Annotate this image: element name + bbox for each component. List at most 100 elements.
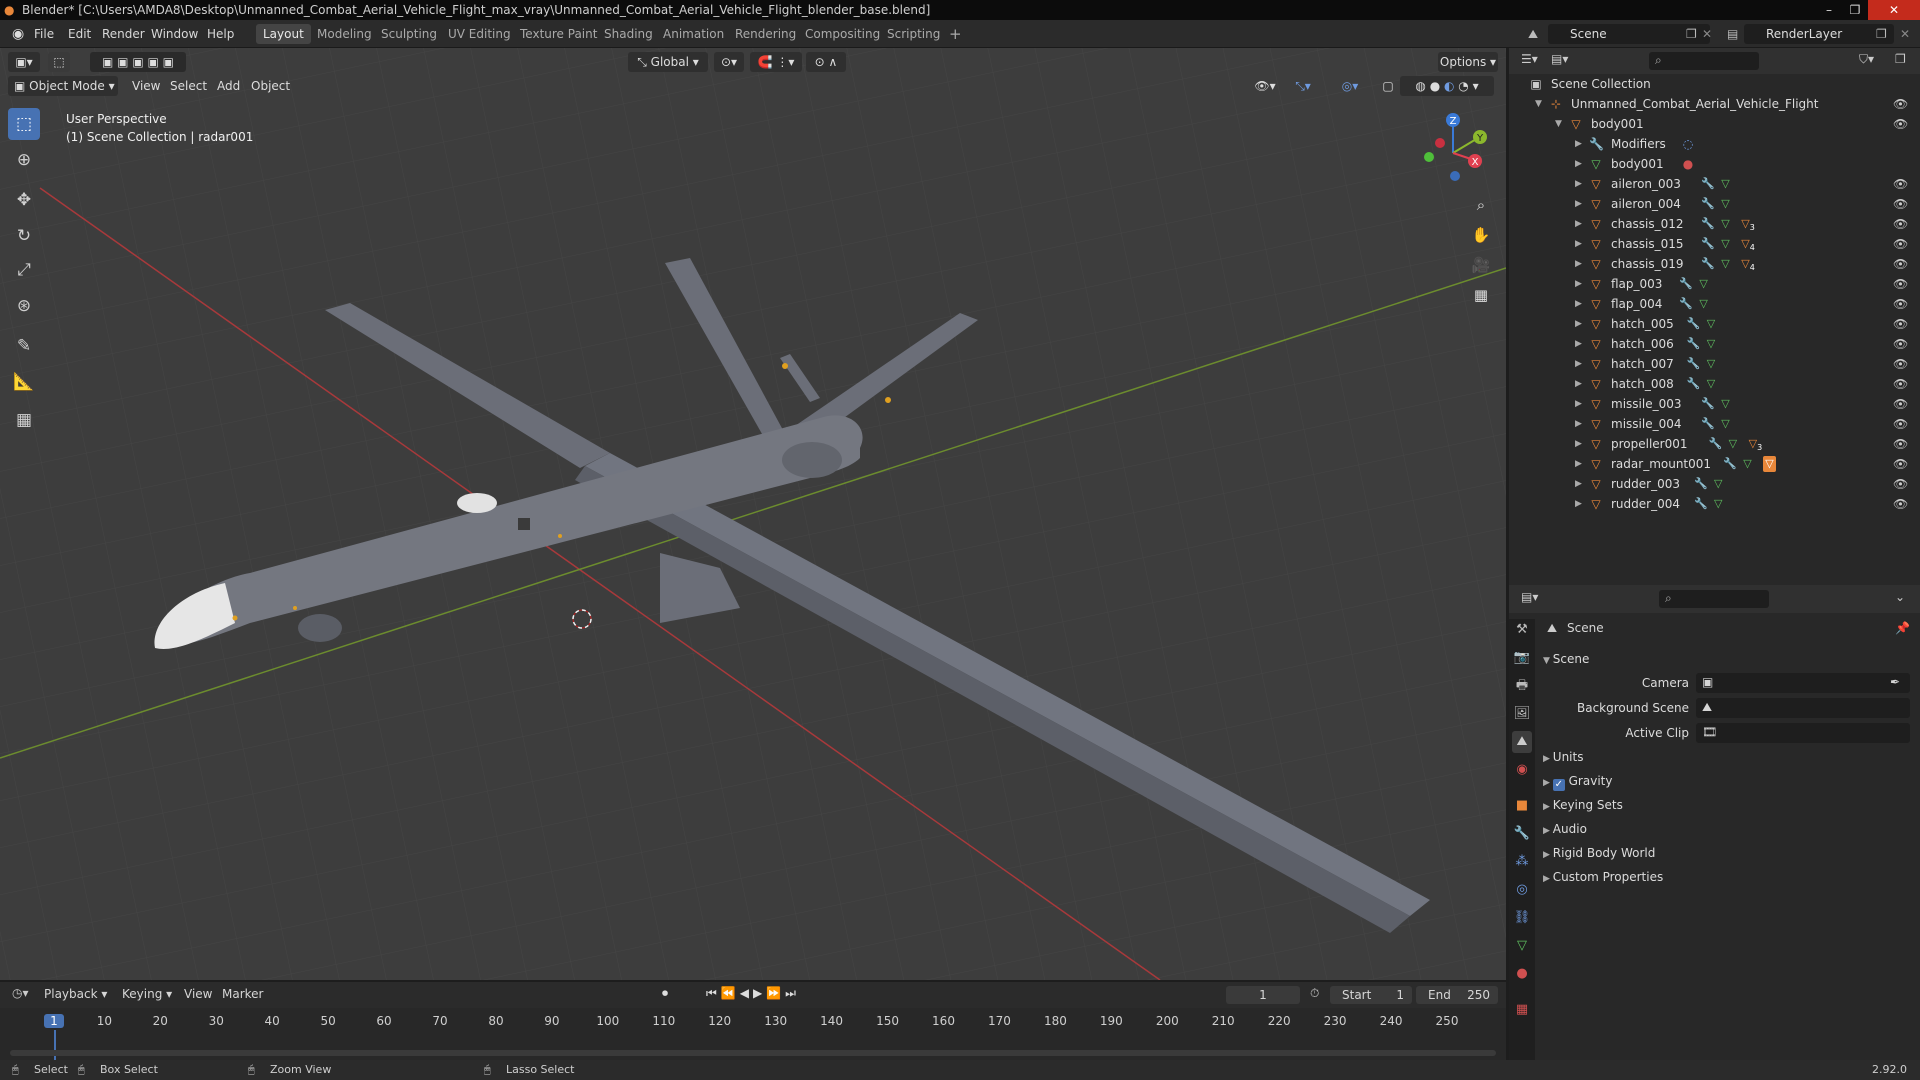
visibility-icon[interactable]: 👁▾ xyxy=(1250,76,1280,96)
expand-arrow-icon[interactable]: ▼ xyxy=(1535,94,1542,114)
transform-orientation-dropdown[interactable]: ⤡ Global ▾ xyxy=(628,52,708,72)
tab-uv-editing[interactable]: UV Editing xyxy=(441,24,518,44)
collapse-arrow-icon[interactable]: ▶ xyxy=(1575,454,1582,474)
collapse-arrow-icon[interactable]: ▶ xyxy=(1575,154,1582,174)
collapse-arrow-icon[interactable]: ▶ xyxy=(1575,434,1582,454)
select-tool-icon[interactable]: ⬚ xyxy=(48,52,70,72)
tab-animation[interactable]: Animation xyxy=(656,24,731,44)
outliner-row-aileron-004[interactable]: ▶ ▽ aileron_004 👁 🔧 ▽ xyxy=(1509,194,1920,214)
pin-icon[interactable]: 📌 xyxy=(1895,621,1910,635)
collapse-arrow-icon[interactable]: ▶ xyxy=(1575,214,1582,234)
tab-texture-paint[interactable]: Texture Paint xyxy=(513,24,604,44)
outliner-row-scene-collection[interactable]: ▣ Scene Collection xyxy=(1509,74,1920,94)
child-objects-icon[interactable]: ▽ xyxy=(1763,456,1776,472)
eye-icon[interactable]: 👁 xyxy=(1893,114,1908,134)
zoom-icon[interactable]: ⌕ xyxy=(1467,191,1495,219)
outliner-row-collection[interactable]: ▼ ⊹ Unmanned_Combat_Aerial_Vehicle_Fligh… xyxy=(1509,94,1920,114)
add-workspace-button[interactable]: + xyxy=(942,24,969,44)
xray-toggle-icon[interactable]: ▢ xyxy=(1380,76,1396,96)
selection-mode-buttons[interactable]: ▣ ▣ ▣ ▣ ▣ xyxy=(90,52,186,72)
render-tab-icon[interactable]: 📷 xyxy=(1512,647,1532,669)
move-tool-icon[interactable]: ✥ xyxy=(8,184,40,216)
minimize-icon[interactable]: – xyxy=(1816,0,1842,20)
eye-icon[interactable]: 👁 xyxy=(1893,354,1908,374)
outliner-row-chassis-012[interactable]: ▶ ▽ chassis_012 👁 🔧 ▽ ▽3 xyxy=(1509,214,1920,234)
eye-icon[interactable]: 👁 xyxy=(1893,194,1908,214)
editor-type-button[interactable]: ▣▾ xyxy=(8,52,40,72)
scene-panel-header[interactable]: ▼ Scene xyxy=(1543,649,1589,669)
collapse-arrow-icon[interactable]: ▶ xyxy=(1575,494,1582,514)
menu-render[interactable]: Render xyxy=(98,25,149,43)
eye-icon[interactable]: 👁 xyxy=(1893,434,1908,454)
eye-icon[interactable]: 👁 xyxy=(1893,494,1908,514)
outliner-row-hatch-006[interactable]: ▶ ▽ hatch_006 👁 🔧 ▽ xyxy=(1509,334,1920,354)
outliner-search-input[interactable]: ⌕ xyxy=(1649,52,1759,70)
collapse-arrow-icon[interactable]: ▶ xyxy=(1575,394,1582,414)
collapse-arrow-icon[interactable]: ▶ xyxy=(1575,174,1582,194)
add-cube-tool-icon[interactable]: ▦ xyxy=(8,404,40,436)
data-tab-icon[interactable]: ▽ xyxy=(1512,935,1532,957)
new-renderlayer-icon[interactable]: ❐ xyxy=(1872,25,1891,43)
eyedropper-icon[interactable]: ✒ xyxy=(1890,675,1900,689)
outliner-row-modifiers[interactable]: ▶ 🔧 Modifiers ◌ xyxy=(1509,134,1920,154)
eye-icon[interactable]: 👁 xyxy=(1893,94,1908,114)
annotate-tool-icon[interactable]: ✎ xyxy=(8,330,40,362)
pivot-point-dropdown[interactable]: ⊙▾ xyxy=(714,52,744,72)
outliner-row-hatch-008[interactable]: ▶ ▽ hatch_008 👁 🔧 ▽ xyxy=(1509,374,1920,394)
keying-sets-panel-header[interactable]: ▶ Keying Sets xyxy=(1543,795,1623,815)
viewport-menu-add[interactable]: Add xyxy=(217,76,240,96)
collapse-arrow-icon[interactable]: ▶ xyxy=(1575,274,1582,294)
eye-icon[interactable]: 👁 xyxy=(1893,414,1908,434)
texture-tab-icon[interactable]: ▦ xyxy=(1512,999,1532,1021)
cursor-tool-icon[interactable]: ⊕ xyxy=(8,144,40,176)
outliner-editor-type-icon[interactable]: ☰▾ xyxy=(1521,52,1538,66)
properties-editor-type-icon[interactable]: ▤▾ xyxy=(1521,590,1538,604)
menu-window[interactable]: Window xyxy=(147,25,202,43)
eye-icon[interactable]: 👁 xyxy=(1893,214,1908,234)
gizmo-toggle-icon[interactable]: ⤡▾ xyxy=(1288,76,1318,96)
proportional-edit-toggle[interactable]: ⊙ ∧ xyxy=(806,52,846,72)
outliner-row-chassis-019[interactable]: ▶ ▽ chassis_019 👁 🔧 ▽ ▽4 xyxy=(1509,254,1920,274)
viewport-menu-view[interactable]: View xyxy=(132,76,160,96)
outliner-row-chassis-015[interactable]: ▶ ▽ chassis_015 👁 🔧 ▽ ▽4 xyxy=(1509,234,1920,254)
outliner-row-aileron-003[interactable]: ▶ ▽ aileron_003 👁 🔧 ▽ xyxy=(1509,174,1920,194)
object-tab-icon[interactable]: ■ xyxy=(1512,795,1532,817)
delete-renderlayer-icon[interactable]: ✕ xyxy=(1896,25,1914,43)
eye-icon[interactable]: 👁 xyxy=(1893,274,1908,294)
constraints-tab-icon[interactable]: ⛓ xyxy=(1512,907,1532,929)
view-layer-tab-icon[interactable]: 🖼 xyxy=(1512,703,1532,725)
outliner-row-flap-003[interactable]: ▶ ▽ flap_003 👁 🔧 ▽ xyxy=(1509,274,1920,294)
collapse-arrow-icon[interactable]: ▶ xyxy=(1575,234,1582,254)
outliner-row-missile-003[interactable]: ▶ ▽ missile_003 👁 🔧 ▽ xyxy=(1509,394,1920,414)
new-collection-icon[interactable]: ❐ xyxy=(1895,52,1906,66)
tab-rendering[interactable]: Rendering xyxy=(728,24,803,44)
world-tab-icon[interactable]: ◉ xyxy=(1512,759,1532,781)
menu-file[interactable]: File xyxy=(30,25,58,43)
scale-tool-icon[interactable]: ⤢ xyxy=(8,254,40,286)
outliner-row-flap-004[interactable]: ▶ ▽ flap_004 👁 🔧 ▽ xyxy=(1509,294,1920,314)
collapse-arrow-icon[interactable]: ▶ xyxy=(1575,334,1582,354)
outliner-row-propeller001[interactable]: ▶ ▽ propeller001 👁 🔧 ▽ ▽3 xyxy=(1509,434,1920,454)
expand-arrow-icon[interactable]: ▼ xyxy=(1555,114,1562,134)
collapse-arrow-icon[interactable]: ▶ xyxy=(1575,194,1582,214)
outliner-row-body001-mesh[interactable]: ▶ ▽ body001 ● xyxy=(1509,154,1920,174)
timeline-scrollbar[interactable] xyxy=(10,1050,1496,1056)
eye-icon[interactable]: 👁 xyxy=(1893,474,1908,494)
menu-edit[interactable]: Edit xyxy=(64,25,95,43)
pan-hand-icon[interactable]: ✋ xyxy=(1467,221,1495,249)
tab-sculpting[interactable]: Sculpting xyxy=(374,24,444,44)
viewport-menu-object[interactable]: Object xyxy=(251,76,290,96)
rigid-body-world-panel-header[interactable]: ▶ Rigid Body World xyxy=(1543,843,1655,863)
outliner-row-body001[interactable]: ▼ ▽ body001 👁 xyxy=(1509,114,1920,134)
tool-tab-icon[interactable]: ⚒ xyxy=(1512,619,1532,641)
gravity-panel-header[interactable]: ▶ ✓ Gravity xyxy=(1543,771,1612,791)
background-scene-field[interactable]: ⛰ xyxy=(1696,698,1910,718)
collapse-arrow-icon[interactable]: ▶ xyxy=(1575,414,1582,434)
audio-panel-header[interactable]: ▶ Audio xyxy=(1543,819,1587,839)
eye-icon[interactable]: 👁 xyxy=(1893,394,1908,414)
transform-tool-icon[interactable]: ⊛ xyxy=(8,290,40,322)
collapse-arrow-icon[interactable]: ▶ xyxy=(1575,314,1582,334)
eye-icon[interactable]: 👁 xyxy=(1893,454,1908,474)
properties-search-input[interactable]: ⌕ xyxy=(1659,590,1769,608)
close-icon[interactable]: ✕ xyxy=(1868,0,1920,20)
